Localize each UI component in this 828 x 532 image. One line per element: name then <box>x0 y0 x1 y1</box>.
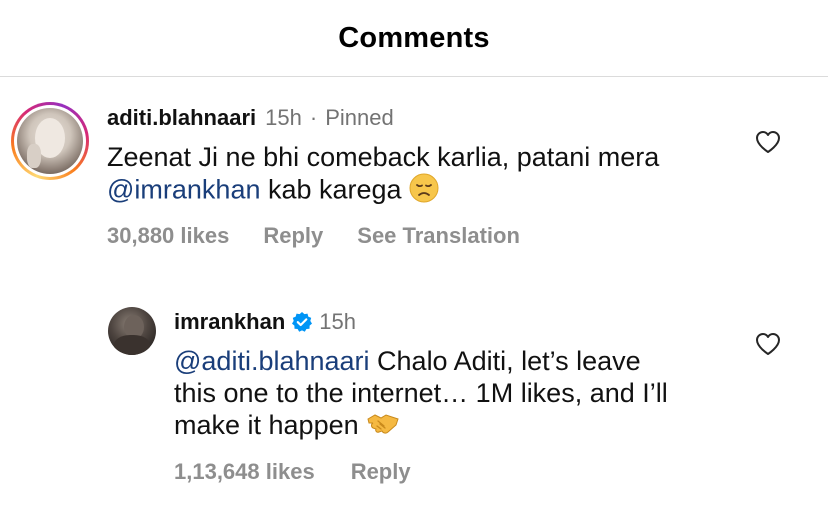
likes-count[interactable]: 1,13,648 likes <box>174 459 315 485</box>
page-title: Comments <box>338 21 490 54</box>
comment-meta: imrankhan 15h <box>174 309 356 335</box>
comment-username[interactable]: imrankhan <box>174 309 285 335</box>
see-translation-button[interactable]: See Translation <box>357 223 520 249</box>
comment-text-line: @imrankhan kab karega <box>107 173 439 210</box>
avatar[interactable] <box>108 307 156 355</box>
handshake-emoji <box>366 409 400 444</box>
comment-text: this one to the internet… 1M likes, and … <box>174 378 668 408</box>
comment-text: kab karega <box>260 174 410 205</box>
reply-button[interactable]: Reply <box>263 223 323 249</box>
heart-icon[interactable] <box>755 130 781 154</box>
comment-text-line: this one to the internet… 1M likes, and … <box>174 377 668 409</box>
comment-meta: aditi.blahnaari 15h · Pinned <box>107 105 394 131</box>
likes-count[interactable]: 30,880 likes <box>107 223 229 249</box>
avatar[interactable] <box>17 108 83 174</box>
comment-text-line: make it happen <box>174 409 400 444</box>
comment-text: Zeenat Ji ne bhi comeback karlia, patani… <box>107 142 660 172</box>
separator-dot: · <box>309 105 318 130</box>
comment-actions: 1,13,648 likes Reply <box>174 459 411 485</box>
comments-header: Comments <box>0 0 828 77</box>
pinned-label: Pinned <box>325 105 394 130</box>
comment-username[interactable]: aditi.blahnaari <box>107 105 256 131</box>
mention-link[interactable]: @aditi.blahnaari <box>174 346 370 376</box>
heart-icon[interactable] <box>755 332 781 356</box>
mention-link[interactable]: @imrankhan <box>107 175 260 205</box>
comment-actions: 30,880 likes Reply See Translation <box>107 223 520 249</box>
comment-time: 15h <box>265 105 302 130</box>
comment-text-line: @aditi.blahnaari Chalo Aditi, let’s leav… <box>174 345 641 377</box>
comment-text: Chalo Aditi, let’s leave <box>369 346 641 376</box>
reply-button[interactable]: Reply <box>351 459 411 485</box>
comment-time: 15h <box>319 309 356 334</box>
verified-badge-icon <box>291 311 313 333</box>
comment-text: make it happen <box>174 410 367 440</box>
disappointed-face-emoji <box>409 173 439 210</box>
comment-text-line: Zeenat Ji ne bhi comeback karlia, patani… <box>107 141 659 173</box>
